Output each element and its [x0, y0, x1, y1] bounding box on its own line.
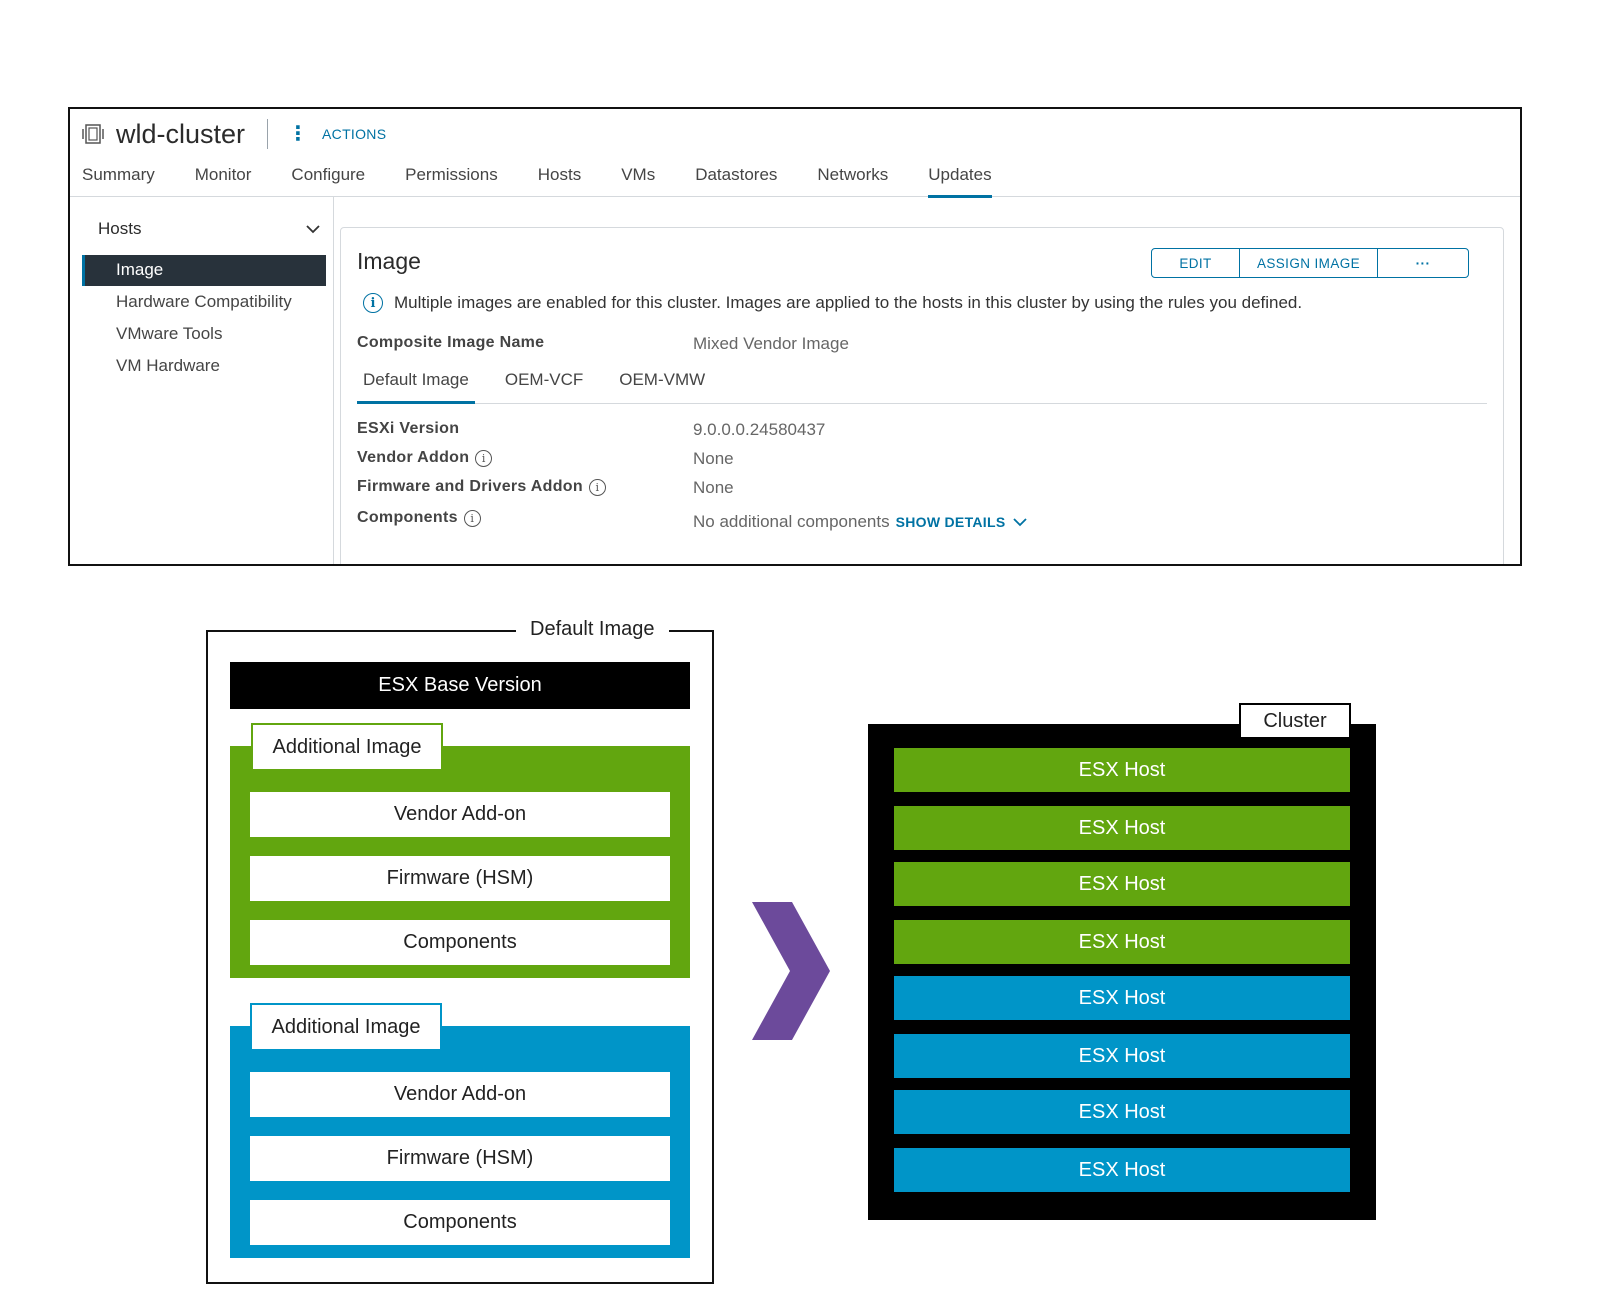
tab-permissions[interactable]: Permissions [405, 157, 498, 197]
assign-image-button[interactable]: ASSIGN IMAGE [1240, 249, 1378, 277]
sidebar-group-hosts[interactable]: Hosts [98, 219, 320, 239]
subtab-default-image[interactable]: Default Image [357, 364, 475, 404]
chevron-down-icon[interactable] [1013, 517, 1028, 527]
sidebar-group-label: Hosts [98, 219, 142, 238]
image-card-title: Image [357, 248, 421, 274]
esx-host-block: ESX Host [894, 1090, 1350, 1134]
esx-host-block: ESX Host [894, 1034, 1350, 1078]
sidebar-item-vmware-tools[interactable]: VMware Tools [82, 319, 326, 350]
vsphere-cluster-panel: wld-cluster ⋮ ACTIONS Summary Monitor Co… [68, 107, 1522, 566]
esx-host-block: ESX Host [894, 976, 1350, 1020]
cluster-icon [82, 124, 104, 144]
firmware-drivers-addon-value: None [693, 478, 734, 497]
info-banner: i Multiple images are enabled for this c… [363, 293, 1302, 313]
sidebar-item-hardware-compatibility[interactable]: Hardware Compatibility [82, 287, 326, 318]
esx-host-block: ESX Host [894, 748, 1350, 792]
esx-host-block: ESX Host [894, 1148, 1350, 1192]
esxi-version-label-text: ESXi Version [357, 420, 460, 437]
more-actions-button[interactable]: ··· [1378, 249, 1468, 277]
components-block: Components [250, 1200, 670, 1245]
object-tabs: Summary Monitor Configure Permissions Ho… [70, 157, 1520, 198]
actions-menu-button[interactable]: ACTIONS [322, 126, 386, 142]
vendor-addon-block: Vendor Add-on [250, 1072, 670, 1117]
vendor-addon-value: None [693, 449, 734, 468]
default-image-label: Default Image [516, 618, 669, 641]
cluster-block: ESX Host ESX Host ESX Host ESX Host ESX … [868, 724, 1376, 1220]
esxi-version-value: 9.0.0.0.24580437 [693, 420, 826, 439]
esx-host-block: ESX Host [894, 862, 1350, 906]
composite-image-label: Composite Image Name [357, 334, 545, 351]
firmware-hsm-block: Firmware (HSM) [250, 1136, 670, 1181]
show-details-link[interactable]: SHOW DETAILS [896, 514, 1006, 530]
firmware-drivers-addon-label: Firmware and Drivers Addon i [357, 478, 606, 496]
info-message: Multiple images are enabled for this clu… [394, 293, 1303, 312]
sidebar-item-image[interactable]: Image [82, 255, 326, 286]
info-icon[interactable]: i [463, 509, 481, 527]
components-label-text: Components [357, 509, 458, 526]
tab-networks[interactable]: Networks [817, 157, 888, 197]
components-value-text: No additional components [693, 512, 890, 531]
subtab-oem-vmw[interactable]: OEM-VMW [613, 364, 711, 403]
additional-image-label-blue: Additional Image [250, 1003, 442, 1049]
object-title: wld-cluster [116, 118, 246, 149]
additional-image-block-blue: Vendor Add-on Firmware (HSM) Components [230, 1026, 690, 1258]
tab-configure[interactable]: Configure [291, 157, 365, 197]
image-button-group: EDIT ASSIGN IMAGE ··· [1151, 248, 1469, 278]
firmware-drivers-addon-label-text: Firmware and Drivers Addon [357, 478, 583, 495]
vendor-addon-label-text: Vendor Addon [357, 449, 470, 466]
additional-image-label-green: Additional Image [251, 723, 443, 769]
composite-image-value: Mixed Vendor Image [693, 334, 849, 353]
info-icon: i [363, 293, 383, 313]
components-label: Components i [357, 509, 481, 527]
header-divider [267, 119, 269, 149]
image-card: Image EDIT ASSIGN IMAGE ··· i Multiple i… [340, 227, 1504, 564]
esx-host-block: ESX Host [894, 806, 1350, 850]
additional-image-block-green: Vendor Add-on Firmware (HSM) Components [230, 746, 690, 978]
vendor-addon-block: Vendor Add-on [250, 792, 670, 837]
object-header: wld-cluster ⋮ ACTIONS [82, 115, 386, 153]
components-block: Components [250, 920, 670, 965]
firmware-hsm-block: Firmware (HSM) [250, 856, 670, 901]
tab-hosts[interactable]: Hosts [538, 157, 581, 197]
tab-vms[interactable]: VMs [621, 157, 655, 197]
subtab-oem-vcf[interactable]: OEM-VCF [499, 364, 589, 403]
info-icon[interactable]: i [475, 449, 493, 467]
chevron-right-arrow-icon [752, 902, 830, 1040]
vendor-addon-label: Vendor Addon i [357, 449, 493, 467]
esx-host-block: ESX Host [894, 920, 1350, 964]
esxi-version-label: ESXi Version [357, 420, 459, 438]
chevron-down-icon [306, 225, 320, 234]
image-subtabs: Default Image OEM-VCF OEM-VMW [357, 364, 1487, 404]
tab-updates[interactable]: Updates [928, 157, 992, 198]
actions-kebab-icon[interactable]: ⋮ [288, 124, 308, 144]
info-icon[interactable]: i [588, 478, 606, 496]
updates-sidebar: Hosts Image Hardware Compatibility VMwar… [70, 197, 334, 564]
esx-base-version-block: ESX Base Version [230, 662, 690, 709]
tab-summary[interactable]: Summary [82, 157, 155, 197]
tab-datastores[interactable]: Datastores [695, 157, 777, 197]
components-value: No additional components SHOW DETAILS [693, 512, 1028, 532]
edit-button[interactable]: EDIT [1152, 249, 1240, 277]
cluster-label: Cluster [1239, 703, 1351, 739]
sidebar-item-vm-hardware[interactable]: VM Hardware [82, 351, 326, 382]
tab-monitor[interactable]: Monitor [195, 157, 252, 197]
